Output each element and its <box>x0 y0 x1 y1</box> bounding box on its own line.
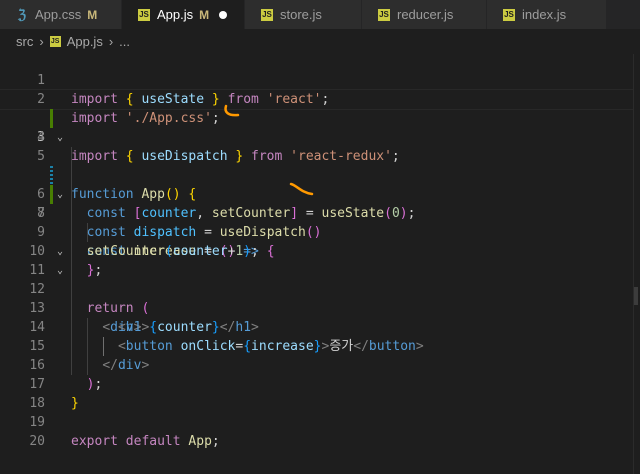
modified-badge: M <box>199 7 210 22</box>
code-line: 4 <box>37 130 45 145</box>
code-line: 16 ); <box>29 358 103 392</box>
code-editor[interactable]: 1 import { useState } from 'react'; 2 im… <box>0 52 640 449</box>
code-line: 15 </div> <box>29 339 150 373</box>
tab-label: reducer.js <box>397 7 454 22</box>
breadcrumb-symbol[interactable]: ... <box>119 34 130 49</box>
code-line: 12 ⌄ <div> <box>0 261 640 335</box>
modified-badge: M <box>87 7 98 22</box>
breadcrumb-folder[interactable]: src <box>16 34 33 49</box>
tab-index-js[interactable]: JS index.js <box>487 0 607 29</box>
code-line: 17 } <box>29 377 79 411</box>
chevron-right-icon: › <box>39 34 44 49</box>
code-line: 9 setCounter(counter+1); <box>37 225 259 259</box>
tab-label: index.js <box>522 7 567 22</box>
code-line: 6 const [counter, setCounter] = useState… <box>0 147 640 221</box>
code-line: 2 import './App.css'; <box>37 92 220 126</box>
code-line: 1 import { useState } from 'react'; <box>37 73 330 107</box>
fold-chevron-icon[interactable]: ⌄ <box>57 185 63 204</box>
tab-label: App.js <box>157 7 194 22</box>
code-line: 14 <button onClick={increase}>증가</button… <box>29 320 424 354</box>
code-line: 19 export default App; <box>29 415 220 449</box>
breadcrumb: src › JS App.js › ... <box>0 29 640 54</box>
annotation-mark <box>224 104 240 117</box>
css-file-icon: ℨ <box>17 6 26 22</box>
js-file-icon: JS <box>49 36 61 47</box>
breadcrumb-file[interactable]: App.js <box>67 34 103 49</box>
editor-tab-bar: ℨ App.css M JS App.js M JS store.js JS r… <box>0 0 640 29</box>
fold-chevron-icon[interactable]: ⌄ <box>57 261 63 280</box>
code-line: 11 ⌄ return ( <box>0 242 640 316</box>
tab-app-js[interactable]: JS App.js M <box>122 0 245 29</box>
fold-chevron-icon[interactable]: ⌄ <box>57 242 63 261</box>
code-line: 20 <box>29 434 45 449</box>
vertical-scrollbar[interactable] <box>633 54 640 474</box>
js-file-icon: JS <box>261 8 273 21</box>
fold-chevron-icon[interactable]: ⌄ <box>57 128 63 147</box>
js-file-icon: JS <box>138 8 150 21</box>
tab-store-js[interactable]: JS store.js <box>245 0 362 29</box>
code-line: 13 <h1>{counter}</h1> <box>29 301 259 335</box>
tab-label: App.css <box>35 7 82 22</box>
chevron-right-icon: › <box>108 34 114 49</box>
js-file-icon: JS <box>378 8 390 21</box>
code-line: 8 ⌄ const increase = () => { <box>0 185 640 259</box>
code-line: 5 ⌄ function App() { <box>0 128 640 202</box>
js-file-icon: JS <box>503 8 515 21</box>
unsaved-dot-icon[interactable] <box>219 10 228 19</box>
tab-app-css[interactable]: ℨ App.css M <box>0 0 122 29</box>
code-line: 18 <box>29 396 45 411</box>
annotation-mark <box>289 182 314 196</box>
code-line-current: 3 import { useDispatch } from 'react-red… <box>0 89 640 164</box>
code-line: 7 const dispatch = useDispatch() <box>0 166 640 240</box>
tab-reducer-js[interactable]: JS reducer.js <box>362 0 487 29</box>
scroll-thumb[interactable] <box>634 287 638 305</box>
code-line: 10 }; <box>29 244 103 278</box>
tab-label: store.js <box>280 7 322 22</box>
